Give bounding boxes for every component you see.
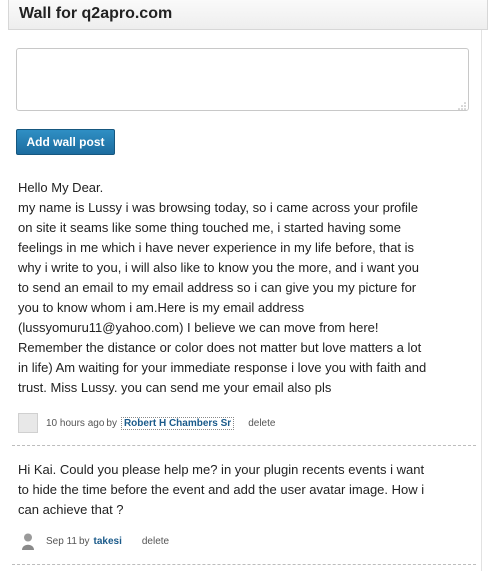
post-timestamp: Sep 11 — [46, 535, 77, 547]
post-line: to send an email to my email address so … — [18, 280, 417, 295]
delete-link[interactable]: delete — [248, 418, 275, 429]
post-author-link[interactable]: takesi — [94, 536, 122, 547]
wall-header: Wall for q2apro.com — [8, 0, 488, 30]
post-timestamp: 10 hours ago — [46, 417, 105, 429]
post-divider — [12, 564, 476, 565]
add-wall-post-button[interactable]: Add wall post — [16, 129, 115, 155]
blank-avatar-icon[interactable] — [18, 413, 38, 433]
by-label: by — [106, 417, 117, 429]
post-line: Hello My Dear. — [18, 180, 104, 195]
post-line: in life) Am waiting for your immediate r… — [18, 360, 427, 375]
by-label: by — [78, 535, 90, 547]
post-line: you to know whom i am.Here is my email a… — [18, 300, 305, 315]
wall-post: Hi Kai. Could you please help me? in you… — [18, 460, 474, 520]
delete-link[interactable]: delete — [142, 536, 169, 547]
post-line: can achieve that ? — [18, 502, 124, 517]
post-line: my name is Lussy i was browsing today, s… — [18, 200, 419, 215]
post-meta: Sep 11 by takesi delete — [18, 530, 169, 552]
post-line: feelings in me which i have never experi… — [18, 240, 414, 255]
post-line: Remember the distance or color does not … — [18, 340, 422, 355]
post-author-link[interactable]: Robert H Chambers Sr — [120, 416, 235, 430]
person-silhouette-icon[interactable] — [18, 531, 38, 551]
content-border — [481, 30, 482, 571]
post-line: to hide the time before the event and ad… — [18, 482, 425, 497]
page-title: Wall for q2apro.com — [19, 5, 173, 22]
post-meta: 10 hours ago by Robert H Chambers Sr del… — [18, 412, 275, 434]
post-line: (lussyomuru11@yahoo.com) I believe we ca… — [18, 320, 379, 335]
post-line: Hi Kai. Could you please help me? in you… — [18, 462, 425, 477]
resize-grip-icon[interactable] — [456, 98, 467, 110]
post-line: on site it seams like some thing touched… — [18, 220, 401, 235]
wall-post: Hello My Dear. my name is Lussy i was br… — [18, 178, 474, 398]
post-line: why i write to you, i will also like to … — [18, 260, 420, 275]
wall-post-textarea[interactable] — [16, 48, 469, 111]
post-divider — [12, 445, 476, 446]
post-line: trust. Miss Lussy. you can send me your … — [18, 380, 332, 395]
